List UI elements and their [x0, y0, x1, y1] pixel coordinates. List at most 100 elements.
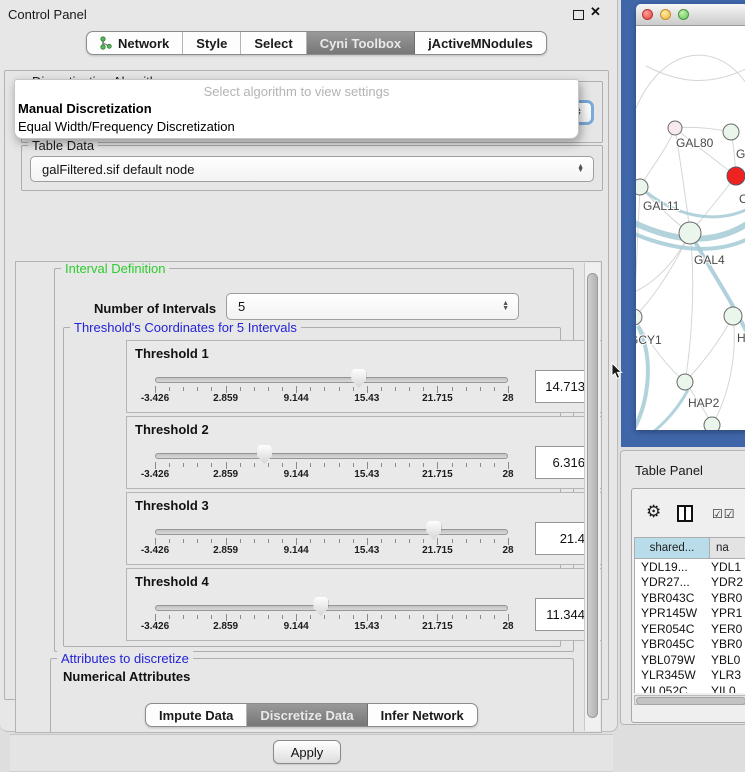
- slider-tick: [353, 387, 354, 391]
- table-data-select[interactable]: galFiltered.sif default node ▲▼: [30, 156, 594, 182]
- slider-tick-label: 28: [502, 393, 513, 404]
- threshold-slider-track[interactable]: [155, 605, 508, 611]
- slider-tick: [183, 615, 184, 619]
- table-row[interactable]: YER054CYER0: [635, 621, 745, 637]
- threshold-slider-thumb[interactable]: [313, 597, 328, 616]
- table-cell: YBR0: [711, 637, 745, 651]
- tab-impute-data[interactable]: Impute Data: [146, 704, 247, 726]
- table-row[interactable]: YIL052CYIL0: [635, 683, 745, 693]
- slider-tick-label: 2.859: [213, 393, 238, 404]
- zoom-traffic-light[interactable]: [678, 9, 689, 20]
- network-node-label: GAL11: [643, 199, 680, 213]
- slider-tick: [324, 387, 325, 391]
- split-columns-icon[interactable]: [677, 505, 693, 522]
- tab-style[interactable]: Style: [183, 32, 241, 54]
- window-title: Control Panel: [8, 7, 87, 22]
- slider-tick: [452, 615, 453, 619]
- slider-tick: [466, 463, 467, 467]
- select-columns-icon[interactable]: ☑☑: [712, 507, 736, 521]
- slider-tick-label: 15.43: [354, 469, 379, 480]
- table-column-header[interactable]: na: [710, 537, 745, 559]
- slider-tick-label: 9.144: [284, 621, 309, 632]
- table-cell: YBR043C: [635, 591, 711, 605]
- slider-tick: [169, 539, 170, 543]
- slider-tick: [268, 539, 269, 543]
- table-row[interactable]: YBR045CYBR0: [635, 637, 745, 653]
- slider-tick: [240, 539, 241, 543]
- table-row[interactable]: YLR345WYLR3: [635, 668, 745, 684]
- table-row[interactable]: YBR043CYBR0: [635, 590, 745, 606]
- slider-tick-label: 21.715: [422, 545, 453, 556]
- slider-tick: [409, 615, 410, 619]
- slider-tick-label: -3.426: [141, 469, 169, 480]
- network-window-titlebar[interactable]: [636, 4, 745, 26]
- table-column-header[interactable]: shared...: [634, 537, 710, 559]
- minimize-traffic-light[interactable]: [660, 9, 671, 20]
- network-node-selected[interactable]: [727, 167, 745, 185]
- tab-discretize-data[interactable]: Discretize Data: [247, 704, 367, 726]
- algorithm-dropdown-popup: Select algorithm to view settings Manual…: [14, 79, 579, 139]
- float-window-icon[interactable]: [573, 10, 584, 20]
- table-row[interactable]: YBL079WYBL0: [635, 652, 745, 668]
- apply-button[interactable]: Apply: [273, 740, 341, 764]
- slider-tick-label: 15.43: [354, 545, 379, 556]
- network-node[interactable]: [723, 124, 739, 140]
- network-node[interactable]: [636, 179, 648, 195]
- tab-select[interactable]: Select: [241, 32, 306, 54]
- table-row[interactable]: YDL19...YDL1: [635, 559, 745, 575]
- slider-tick: [367, 386, 368, 393]
- threshold-slider-thumb[interactable]: [257, 445, 272, 464]
- slider-tick: [169, 463, 170, 467]
- slider-tick: [155, 462, 156, 469]
- threshold-slider-track[interactable]: [155, 453, 508, 459]
- threshold-slider-track[interactable]: [155, 377, 508, 383]
- number-of-intervals-select[interactable]: 5 ▲▼: [226, 293, 519, 320]
- close-traffic-light[interactable]: [642, 9, 653, 20]
- table-row[interactable]: YPR145WYPR1: [635, 606, 745, 622]
- group-title: Attributes to discretize: [57, 651, 193, 666]
- slider-tick: [423, 463, 424, 467]
- slider-tick: [494, 615, 495, 619]
- slider-tick: [310, 387, 311, 391]
- network-node[interactable]: [668, 121, 682, 135]
- algorithm-option[interactable]: Manual Discretization: [18, 101, 152, 116]
- algorithm-hint: Select algorithm to view settings: [15, 84, 578, 99]
- slider-tick: [452, 463, 453, 467]
- slider-tick-label: 21.715: [422, 393, 453, 404]
- gear-icon[interactable]: ⚙: [646, 502, 661, 522]
- vertical-scrollbar[interactable]: [584, 263, 600, 731]
- network-node[interactable]: [704, 417, 720, 430]
- slider-tick: [310, 615, 311, 619]
- tab-infer-network[interactable]: Infer Network: [368, 704, 477, 726]
- table-horizontal-scrollbar[interactable]: [634, 695, 745, 705]
- slider-tick: [353, 463, 354, 467]
- table-cell: YER0: [711, 622, 745, 636]
- close-icon[interactable]: ✕: [590, 4, 601, 20]
- table-horizontal-scrollbar-thumb[interactable]: [636, 697, 745, 705]
- threshold-slider-track[interactable]: [155, 529, 508, 535]
- slider-tick-label: -3.426: [141, 545, 169, 556]
- tab-cyni-toolbox[interactable]: Cyni Toolbox: [307, 32, 415, 54]
- slider-tick: [395, 615, 396, 619]
- network-node[interactable]: [677, 374, 693, 390]
- threshold-slider-thumb[interactable]: [426, 521, 441, 540]
- slider-tick: [381, 539, 382, 543]
- slider-tick: [211, 615, 212, 619]
- tab-network[interactable]: Network: [87, 32, 183, 54]
- tab-jactivemnodules[interactable]: jActiveMNodules: [415, 32, 546, 54]
- algorithm-option[interactable]: Equal Width/Frequency Discretization: [18, 119, 235, 134]
- threshold-slider-thumb[interactable]: [351, 369, 366, 388]
- network-node[interactable]: [679, 222, 701, 244]
- slider-tick: [226, 614, 227, 621]
- slider-tick: [494, 463, 495, 467]
- slider-tick: [254, 387, 255, 391]
- network-node[interactable]: [636, 309, 642, 325]
- network-canvas[interactable]: GAL80GACGAL11GAL4GCY1HHAP2: [636, 26, 745, 430]
- slider-tick: [254, 463, 255, 467]
- table-row[interactable]: YDR27...YDR2: [635, 575, 745, 591]
- network-node[interactable]: [724, 307, 742, 325]
- vertical-scrollbar-thumb[interactable]: [587, 273, 598, 718]
- network-edge: [685, 233, 693, 382]
- slider-tick: [508, 614, 509, 621]
- slider-tick: [423, 387, 424, 391]
